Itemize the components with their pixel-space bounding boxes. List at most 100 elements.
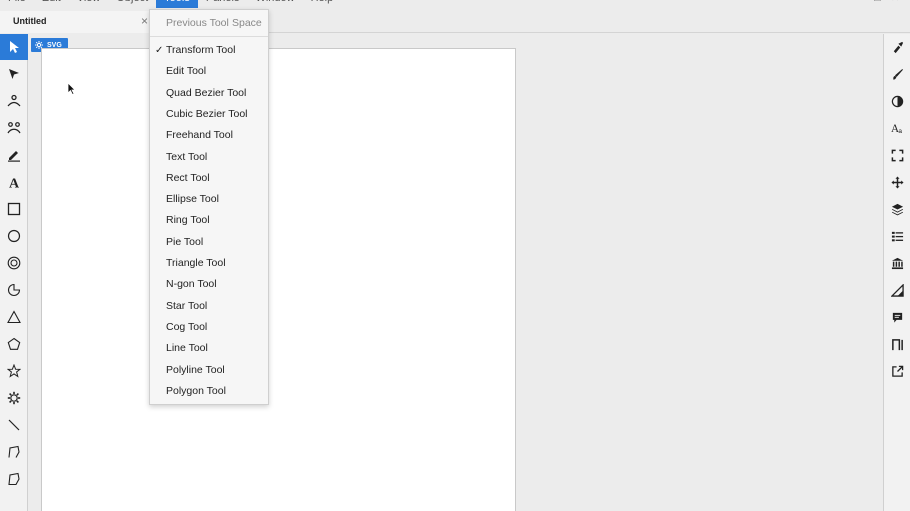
polygon-icon: [8, 472, 20, 486]
previous-tool-shortcut: Space: [232, 17, 262, 29]
library-panel-button[interactable]: [884, 250, 910, 276]
pie-tool-button[interactable]: [0, 277, 28, 303]
menu-item-transform-tool[interactable]: ✓ Transform Tool: [150, 40, 268, 61]
stroke-icon: [893, 68, 903, 80]
menu-item-label: Pie Tool: [166, 235, 204, 248]
quad-bezier-icon: [7, 94, 21, 107]
menu-file[interactable]: File: [0, 0, 34, 8]
edit-tool-button[interactable]: [0, 61, 28, 87]
menu-tools[interactable]: Tools: [156, 0, 198, 8]
svg-text:a: a: [898, 128, 902, 135]
close-icon[interactable]: ✕: [891, 0, 900, 6]
rect-tool-button[interactable]: [0, 196, 28, 222]
menu-bar: File Edit View Object Tools Panels Windo…: [0, 0, 910, 8]
menu-item-label: Cubic Bezier Tool: [166, 107, 248, 120]
polyline-tool-button[interactable]: [0, 439, 28, 465]
list-icon: [891, 231, 904, 241]
menu-help[interactable]: Help: [303, 0, 342, 8]
transform-arrow-icon: [10, 41, 19, 53]
menu-item-label: Cog Tool: [166, 320, 208, 333]
menu-item-freehand-tool[interactable]: Freehand Tool: [150, 125, 268, 146]
menu-item-pie-tool[interactable]: Pie Tool: [150, 232, 268, 253]
ring-tool-button[interactable]: [0, 250, 28, 276]
menu-item-polyline-tool[interactable]: Polyline Tool: [150, 360, 268, 381]
menu-object[interactable]: Object: [108, 0, 156, 8]
ruler-panel-button[interactable]: [884, 277, 910, 303]
list-panel-button[interactable]: [884, 223, 910, 249]
ngon-tool-button[interactable]: [0, 331, 28, 357]
polygon-tool-button[interactable]: [0, 466, 28, 492]
cog-tool-button[interactable]: [0, 385, 28, 411]
font-panel-button[interactable]: Aa: [884, 115, 910, 141]
freehand-pencil-icon: [8, 151, 20, 162]
menu-item-edit-tool[interactable]: Edit Tool: [150, 61, 268, 82]
quad-bezier-tool-button[interactable]: [0, 88, 28, 114]
tab-close-icon[interactable]: ×: [141, 14, 148, 28]
path-icon: [892, 338, 903, 350]
line-tool-button[interactable]: [0, 412, 28, 438]
menu-item-rect-tool[interactable]: Rect Tool: [150, 168, 268, 189]
menu-item-ring-tool[interactable]: Ring Tool: [150, 210, 268, 231]
pie-icon: [7, 283, 21, 297]
menu-item-label: Rect Tool: [166, 171, 210, 184]
minimize-icon[interactable]: —: [853, 0, 864, 6]
menu-item-label: N-gon Tool: [166, 278, 217, 291]
fill-icon: [893, 41, 904, 53]
cubic-bezier-tool-button[interactable]: [0, 115, 28, 141]
ruler-icon: [891, 283, 904, 297]
polyline-icon: [8, 445, 20, 458]
tab-untitled[interactable]: Untitled ×: [0, 11, 156, 33]
font-icon: Aa: [891, 123, 902, 135]
freehand-tool-button[interactable]: [0, 142, 28, 168]
menu-window[interactable]: Window: [247, 0, 302, 8]
menu-item-ellipse-tool[interactable]: Ellipse Tool: [150, 189, 268, 210]
menu-item-label: Polygon Tool: [166, 384, 226, 397]
menu-item-cog-tool[interactable]: Cog Tool: [150, 317, 268, 338]
maximize-icon[interactable]: □: [874, 0, 881, 6]
export-panel-button[interactable]: [884, 358, 910, 384]
menu-item-cubic-bezier-tool[interactable]: Cubic Bezier Tool: [150, 104, 268, 125]
right-panel-toolbar: Aa: [883, 34, 910, 511]
previous-tool-menu-item[interactable]: Previous Tool Space: [150, 10, 268, 37]
layers-icon: [891, 203, 904, 215]
triangle-icon: [7, 310, 21, 324]
star-tool-button[interactable]: [0, 358, 28, 384]
cubic-bezier-icon: [7, 122, 21, 134]
triangle-tool-button[interactable]: [0, 304, 28, 330]
contrast-panel-button[interactable]: [884, 88, 910, 114]
move-icon: [891, 175, 904, 189]
stroke-panel-button[interactable]: [884, 61, 910, 87]
menu-panels[interactable]: Panels: [198, 0, 248, 8]
text-tool-button[interactable]: A: [0, 169, 28, 195]
cog-icon: [7, 391, 21, 405]
menu-view[interactable]: View: [69, 0, 109, 8]
menu-item-n-gon-tool[interactable]: N-gon Tool: [150, 274, 268, 295]
menu-item-label: Ring Tool: [166, 214, 210, 227]
menu-item-star-tool[interactable]: Star Tool: [150, 296, 268, 317]
tab-title: Untitled: [13, 16, 47, 26]
edit-arrow-icon: [9, 69, 19, 79]
menu-item-text-tool[interactable]: Text Tool: [150, 147, 268, 168]
ellipse-icon: [7, 229, 21, 243]
comment-panel-button[interactable]: [884, 304, 910, 330]
fill-panel-button[interactable]: [884, 34, 910, 60]
menu-item-label: Freehand Tool: [166, 129, 233, 142]
menu-item-triangle-tool[interactable]: Triangle Tool: [150, 253, 268, 274]
layers-panel-button[interactable]: [884, 196, 910, 222]
path-panel-button[interactable]: [884, 331, 910, 357]
previous-tool-label: Previous Tool: [166, 17, 229, 29]
ellipse-tool-button[interactable]: [0, 223, 28, 249]
menu-item-polygon-tool[interactable]: Polygon Tool: [150, 381, 268, 402]
move-panel-button[interactable]: [884, 169, 910, 195]
comment-icon: [892, 312, 903, 323]
artboard[interactable]: [41, 48, 516, 511]
library-icon: [891, 257, 904, 269]
fullscreen-panel-button[interactable]: [884, 142, 910, 168]
menu-item-quad-bezier-tool[interactable]: Quad Bezier Tool: [150, 83, 268, 104]
transform-tool-button[interactable]: [0, 34, 28, 60]
menu-edit[interactable]: Edit: [34, 0, 69, 8]
contrast-icon: [891, 95, 904, 107]
menu-item-label: Ellipse Tool: [166, 193, 219, 206]
menu-item-line-tool[interactable]: Line Tool: [150, 338, 268, 359]
tools-dropdown-menu: Previous Tool Space ✓ Transform Tool Edit …: [149, 9, 269, 405]
